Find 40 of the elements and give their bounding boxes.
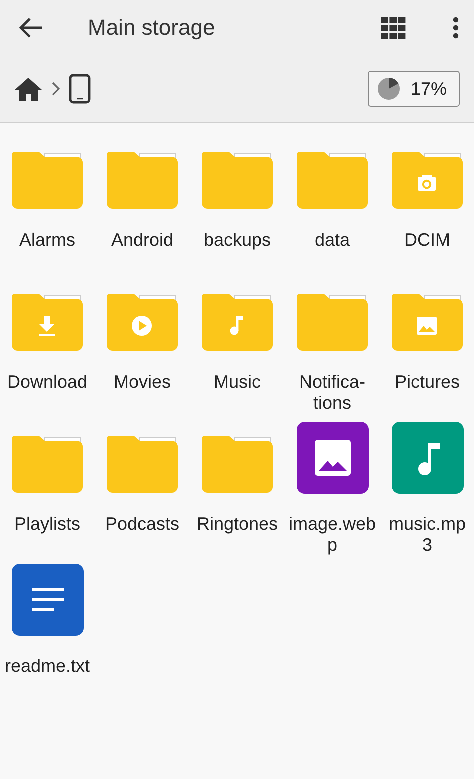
music-file-icon: [392, 422, 464, 494]
folder-icon: [296, 292, 369, 352]
file-name-label[interactable]: Ringtones: [196, 514, 278, 535]
folder-icon: [106, 434, 179, 494]
file-name-label[interactable]: data: [314, 230, 350, 251]
folder-icon: [296, 150, 369, 210]
folder-icon: [106, 292, 179, 352]
file-name-label[interactable]: DCIM: [404, 230, 450, 251]
home-icon[interactable]: [14, 76, 43, 102]
storage-usage-button[interactable]: 17%: [368, 71, 460, 107]
folder-icon: [391, 150, 464, 210]
grid-view-icon[interactable]: [381, 16, 406, 40]
file-name-label[interactable]: Pictures: [394, 372, 460, 393]
file-name-label[interactable]: image.web p: [288, 514, 376, 556]
file-name-label[interactable]: backups: [204, 230, 272, 251]
file-name-label[interactable]: Download: [7, 372, 88, 393]
screen-title: Main storage: [88, 15, 216, 41]
chevron-right-icon: [51, 81, 61, 97]
file-name-label[interactable]: Notifica- tions: [299, 372, 366, 414]
folder-icon: [201, 434, 274, 494]
file-name-label[interactable]: Movies: [114, 372, 171, 393]
folder-icon: [11, 150, 84, 210]
file-name-label[interactable]: Music: [214, 372, 261, 393]
folder-icon: [106, 150, 179, 210]
file-name-label[interactable]: readme.txt: [4, 656, 90, 677]
phone-icon[interactable]: [69, 74, 91, 104]
folder-icon: [201, 150, 274, 210]
folder-icon: [391, 292, 464, 352]
back-arrow-icon[interactable]: [18, 17, 44, 39]
folder-icon: [11, 434, 84, 494]
image-file-icon: [296, 422, 368, 494]
folder-icon: [11, 292, 84, 352]
file-name-label[interactable]: Alarms: [19, 230, 76, 251]
document-file-icon: [12, 564, 84, 636]
file-name-label[interactable]: Android: [111, 230, 174, 251]
file-name-label[interactable]: Podcasts: [105, 514, 180, 535]
folder-icon: [201, 292, 274, 352]
file-name-label[interactable]: Playlists: [14, 514, 80, 535]
file-name-label[interactable]: music.mp 3: [388, 514, 466, 556]
more-options-icon[interactable]: [452, 17, 460, 39]
